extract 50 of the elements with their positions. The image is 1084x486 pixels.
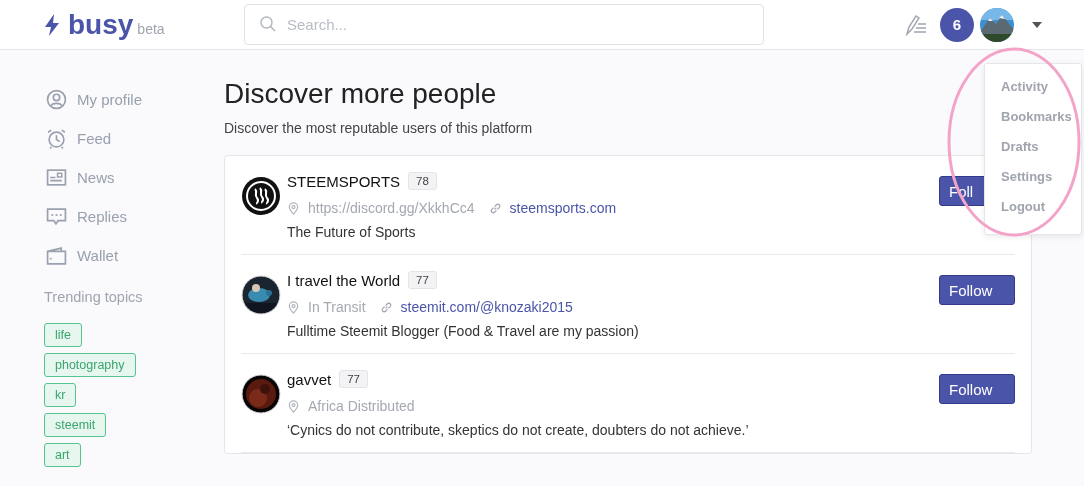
user-name[interactable]: gavvet <box>287 370 332 388</box>
logo-icon <box>241 176 281 216</box>
page-subtitle: Discover the most reputable users of this platform <box>224 120 534 136</box>
section-heading: Trending topics <box>44 289 144 305</box>
lightning-bolt-icon <box>44 13 60 36</box>
sidebar-item[interactable]: My profile <box>77 91 143 108</box>
user-icon <box>46 89 67 110</box>
search-field[interactable]: Search... <box>244 4 764 45</box>
comment-icon <box>46 206 67 227</box>
sidebar-item[interactable]: Replies <box>77 208 128 225</box>
user-bio: ‘Cynics do not contribute, skeptics do not create, doubters do not achieve.’ <box>287 422 750 438</box>
follow-button[interactable]: Follow <box>939 374 1015 404</box>
website-link[interactable]: steemit.com/@knozaki2015 <box>400 299 573 315</box>
alarm-clock-icon <box>46 128 67 149</box>
sidebar-item[interactable]: Feed <box>77 130 112 147</box>
sidebar-item[interactable]: News <box>77 169 115 186</box>
beta-label: beta <box>137 20 165 37</box>
location-pin-icon <box>287 201 300 215</box>
topic-tag[interactable]: kr <box>44 383 77 407</box>
reputation-score: 77 <box>339 370 368 388</box>
caret-icon[interactable] <box>1032 21 1042 28</box>
topic-tag[interactable]: photography <box>44 353 136 377</box>
topic-tag[interactable]: art <box>44 443 81 467</box>
link-icon <box>488 201 502 215</box>
page-title: Discover more people <box>224 78 497 110</box>
user-bio: The Future of Sports <box>287 224 417 240</box>
wallet-icon <box>46 245 67 266</box>
link-icon <box>379 300 393 314</box>
location-pin-icon <box>287 399 300 413</box>
location-text: In Transit <box>308 299 366 315</box>
user-name[interactable]: I travel the World <box>287 271 401 289</box>
topic-tag[interactable]: life <box>44 323 82 347</box>
topic-tag[interactable]: steemit <box>44 413 107 437</box>
user-name[interactable]: STEEMSPORTS <box>287 172 401 190</box>
user-bio: Fulltime Steemit Blogger (Food & Travel are my passion) <box>287 323 640 339</box>
sidebar-item[interactable]: Wallet <box>77 247 119 264</box>
search-icon <box>260 16 276 32</box>
reputation-score: 77 <box>408 271 437 289</box>
menu-item[interactable]: Drafts <box>985 136 1081 166</box>
menu-item[interactable]: Bookmarks <box>985 106 1081 136</box>
website-link[interactable]: steemsports.com <box>509 200 617 216</box>
location-pin-icon <box>287 300 300 314</box>
location-text: Africa Distributed <box>308 398 415 414</box>
notification-badge[interactable]: 6 <box>940 7 974 42</box>
menu-item[interactable]: Activity <box>985 76 1081 106</box>
newspaper-icon <box>46 167 67 188</box>
logo-text[interactable]: busy <box>68 8 134 41</box>
reputation-score: 78 <box>408 172 437 190</box>
location-text: https://discord.gg/XkkhCc4 <box>308 200 475 216</box>
follow-button[interactable]: Follow <box>939 275 1015 305</box>
